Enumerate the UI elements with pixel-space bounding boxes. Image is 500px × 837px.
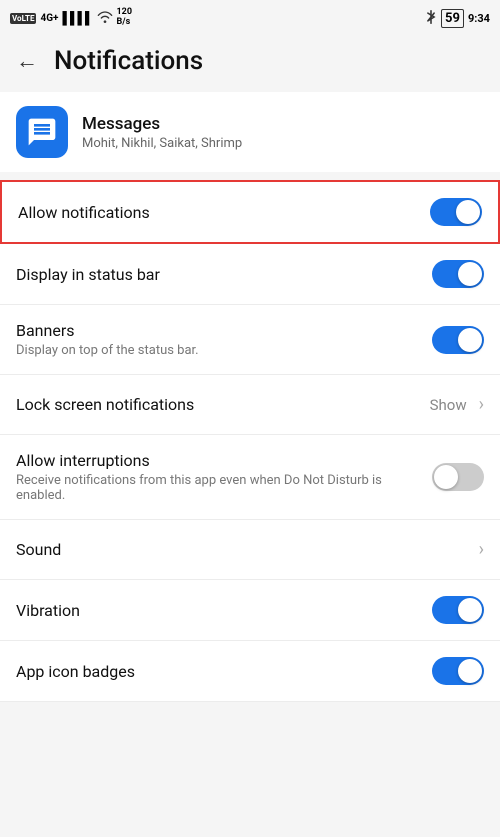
page-title: Notifications <box>54 46 203 76</box>
settings-item-display-status-bar[interactable]: Display in status bar <box>0 244 500 305</box>
toggle-allow-interruptions[interactable] <box>432 463 484 491</box>
settings-item-title-allow-interruptions: Allow interruptions <box>16 451 432 470</box>
settings-item-subtitle-allow-interruptions: Receive notifications from this app even… <box>16 473 432 503</box>
back-button[interactable]: ← <box>16 48 38 74</box>
wifi-icon <box>97 11 113 26</box>
header: ← Notifications <box>0 36 500 92</box>
network-speed: 120B/s <box>117 8 133 28</box>
toggle-knob-allow-notifications <box>456 200 480 224</box>
settings-item-lock-screen[interactable]: Lock screen notificationsShow › <box>0 375 500 435</box>
settings-item-title-vibration: Vibration <box>16 601 432 620</box>
settings-item-left-banners: Banners Display on top of the status bar. <box>16 321 432 358</box>
settings-item-title-sound: Sound <box>16 540 471 559</box>
settings-item-left-app-icon-badges: App icon badges <box>16 662 432 681</box>
toggle-knob-banners <box>458 328 482 352</box>
settings-item-sound[interactable]: Sound › <box>0 520 500 580</box>
settings-item-left-allow-notifications: Allow notifications <box>18 203 430 222</box>
app-icon <box>16 106 68 158</box>
toggle-banners[interactable] <box>432 326 484 354</box>
settings-item-left-allow-interruptions: Allow interruptions Receive notifications… <box>16 451 432 503</box>
settings-item-allow-notifications[interactable]: Allow notifications <box>0 180 500 244</box>
settings-item-banners[interactable]: Banners Display on top of the status bar. <box>0 305 500 375</box>
settings-item-left-lock-screen: Lock screen notifications <box>16 395 430 414</box>
chevron-group-sound: › <box>471 539 484 560</box>
settings-item-title-app-icon-badges: App icon badges <box>16 662 432 681</box>
volte-badge: VoLTE <box>10 13 36 24</box>
app-details: Messages Mohit, Nikhil, Saikat, Shrimp <box>82 114 242 151</box>
messages-icon <box>26 116 58 148</box>
settings-item-app-icon-badges[interactable]: App icon badges <box>0 641 500 702</box>
toggle-app-icon-badges[interactable] <box>432 657 484 685</box>
settings-item-left-vibration: Vibration <box>16 601 432 620</box>
toggle-knob-display-status-bar <box>458 262 482 286</box>
bluetooth-icon <box>425 10 437 27</box>
toggle-display-status-bar[interactable] <box>432 260 484 288</box>
toggle-knob-vibration <box>458 598 482 622</box>
settings-list: Allow notifications Display in status bar… <box>0 180 500 702</box>
toggle-vibration[interactable] <box>432 596 484 624</box>
toggle-knob-allow-interruptions <box>434 465 458 489</box>
signal-bars: ▌▌▌▌ <box>62 11 92 25</box>
status-right: 59 9:34 <box>425 9 490 28</box>
settings-item-vibration[interactable]: Vibration <box>0 580 500 641</box>
clock: 9:34 <box>468 12 490 25</box>
status-left: VoLTE 4G+ ▌▌▌▌ 120B/s <box>10 8 132 28</box>
settings-item-left-display-status-bar: Display in status bar <box>16 265 432 284</box>
app-contacts: Mohit, Nikhil, Saikat, Shrimp <box>82 136 242 151</box>
settings-item-title-allow-notifications: Allow notifications <box>18 203 430 222</box>
battery-icon: 59 <box>441 9 464 28</box>
settings-item-allow-interruptions[interactable]: Allow interruptions Receive notifications… <box>0 435 500 520</box>
settings-item-title-banners: Banners <box>16 321 432 340</box>
toggle-knob-app-icon-badges <box>458 659 482 683</box>
settings-item-title-lock-screen: Lock screen notifications <box>16 395 430 414</box>
toggle-allow-notifications[interactable] <box>430 198 482 226</box>
status-bar: VoLTE 4G+ ▌▌▌▌ 120B/s 59 9:34 <box>0 0 500 36</box>
app-info: Messages Mohit, Nikhil, Saikat, Shrimp <box>0 92 500 172</box>
chevron-icon-lock-screen: › <box>479 394 484 415</box>
chevron-group-lock-screen: Show › <box>430 394 484 415</box>
signal-strength: 4G+ <box>40 13 58 24</box>
settings-item-subtitle-banners: Display on top of the status bar. <box>16 343 432 358</box>
chevron-icon-sound: › <box>479 539 484 560</box>
chevron-value-lock-screen: Show <box>430 396 467 414</box>
settings-item-title-display-status-bar: Display in status bar <box>16 265 432 284</box>
settings-item-left-sound: Sound <box>16 540 471 559</box>
app-name: Messages <box>82 114 242 134</box>
